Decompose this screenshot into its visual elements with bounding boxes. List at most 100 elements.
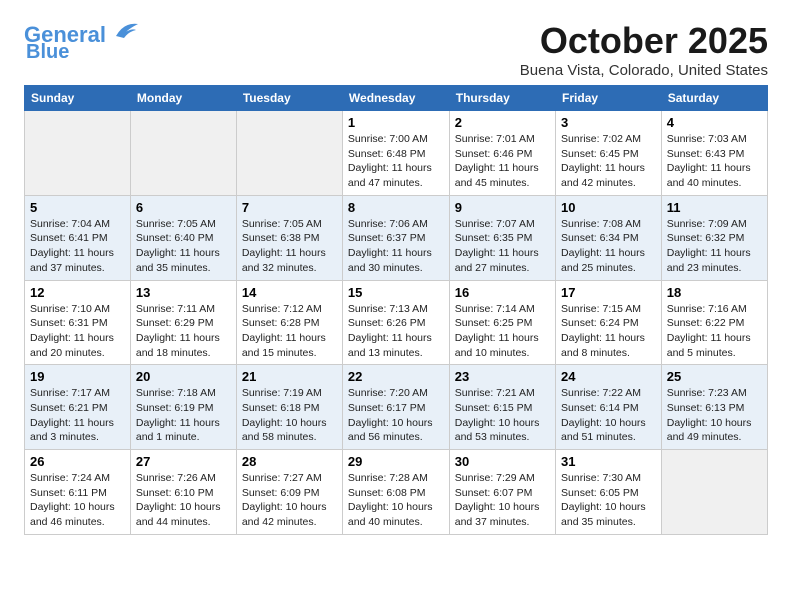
- day-info: Sunrise: 7:19 AM Sunset: 6:18 PM Dayligh…: [242, 386, 337, 445]
- calendar-cell: 10 Sunrise: 7:08 AM Sunset: 6:34 PM Dayli…: [556, 195, 662, 280]
- day-number: 4: [667, 115, 762, 130]
- day-info: Sunrise: 7:02 AM Sunset: 6:45 PM Dayligh…: [561, 132, 656, 191]
- calendar-cell: 7Sunrise: 7:05 AM Sunset: 6:38 PM Daylig…: [236, 195, 342, 280]
- calendar-cell: 14Sunrise: 7:12 AM Sunset: 6:28 PM Dayli…: [236, 280, 342, 365]
- calendar-cell: 8 Sunrise: 7:06 AM Sunset: 6:37 PM Daylig…: [342, 195, 449, 280]
- calendar-week-row: 1 Sunrise: 7:00 AM Sunset: 6:48 PM Daylig…: [25, 111, 768, 196]
- calendar-cell: 13 Sunrise: 7:11 AM Sunset: 6:29 PM Dayli…: [130, 280, 236, 365]
- day-info: Sunrise: 7:30 AM Sunset: 6:05 PM Dayligh…: [561, 471, 656, 530]
- weekday-header: Friday: [556, 86, 662, 111]
- day-info: Sunrise: 7:26 AM Sunset: 6:10 PM Dayligh…: [136, 471, 231, 530]
- day-number: 7: [242, 200, 337, 215]
- day-number: 19: [30, 369, 125, 384]
- logo-bird-icon: [108, 20, 140, 42]
- day-info: Sunrise: 7:00 AM Sunset: 6:48 PM Dayligh…: [348, 132, 444, 191]
- calendar-cell: 5 Sunrise: 7:04 AM Sunset: 6:41 PM Daylig…: [25, 195, 131, 280]
- day-number: 31: [561, 454, 656, 469]
- calendar-cell: 28 Sunrise: 7:27 AM Sunset: 6:09 PM Dayli…: [236, 450, 342, 535]
- title-block: October 2025 Buena Vista, Colorado, Unit…: [520, 20, 768, 79]
- day-number: 16: [455, 285, 550, 300]
- calendar-cell: 9Sunrise: 7:07 AM Sunset: 6:35 PM Daylig…: [449, 195, 555, 280]
- day-info: Sunrise: 7:17 AM Sunset: 6:21 PM Dayligh…: [30, 386, 125, 445]
- day-info: Sunrise: 7:22 AM Sunset: 6:14 PM Dayligh…: [561, 386, 656, 445]
- day-number: 13: [136, 285, 231, 300]
- calendar-cell: 2 Sunrise: 7:01 AM Sunset: 6:46 PM Daylig…: [449, 111, 555, 196]
- calendar-cell: 12Sunrise: 7:10 AM Sunset: 6:31 PM Dayli…: [25, 280, 131, 365]
- day-number: 10: [561, 200, 656, 215]
- weekday-header: Saturday: [661, 86, 767, 111]
- calendar-cell: 15 Sunrise: 7:13 AM Sunset: 6:26 PM Dayli…: [342, 280, 449, 365]
- day-number: 8: [348, 200, 444, 215]
- calendar-cell: 18Sunrise: 7:16 AM Sunset: 6:22 PM Dayli…: [661, 280, 767, 365]
- day-number: 22: [348, 369, 444, 384]
- calendar-week-row: 26Sunrise: 7:24 AM Sunset: 6:11 PM Dayli…: [25, 450, 768, 535]
- logo-blue-text: Blue: [26, 42, 69, 62]
- day-info: Sunrise: 7:14 AM Sunset: 6:25 PM Dayligh…: [455, 302, 550, 361]
- day-number: 18: [667, 285, 762, 300]
- calendar-cell: 21 Sunrise: 7:19 AM Sunset: 6:18 PM Dayli…: [236, 365, 342, 450]
- day-info: Sunrise: 7:27 AM Sunset: 6:09 PM Dayligh…: [242, 471, 337, 530]
- day-number: 11: [667, 200, 762, 215]
- calendar-cell: 27 Sunrise: 7:26 AM Sunset: 6:10 PM Dayli…: [130, 450, 236, 535]
- day-info: Sunrise: 7:18 AM Sunset: 6:19 PM Dayligh…: [136, 386, 231, 445]
- calendar-cell: [25, 111, 131, 196]
- calendar-cell: 11 Sunrise: 7:09 AM Sunset: 6:32 PM Dayli…: [661, 195, 767, 280]
- day-info: Sunrise: 7:04 AM Sunset: 6:41 PM Dayligh…: [30, 217, 125, 276]
- month-title: October 2025: [520, 20, 768, 62]
- calendar-cell: 17Sunrise: 7:15 AM Sunset: 6:24 PM Dayli…: [556, 280, 662, 365]
- day-number: 28: [242, 454, 337, 469]
- calendar-cell: 16 Sunrise: 7:14 AM Sunset: 6:25 PM Dayli…: [449, 280, 555, 365]
- calendar-cell: [130, 111, 236, 196]
- day-info: Sunrise: 7:03 AM Sunset: 6:43 PM Dayligh…: [667, 132, 762, 191]
- day-number: 25: [667, 369, 762, 384]
- day-info: Sunrise: 7:07 AM Sunset: 6:35 PM Dayligh…: [455, 217, 550, 276]
- day-number: 12: [30, 285, 125, 300]
- calendar-cell: 4 Sunrise: 7:03 AM Sunset: 6:43 PM Daylig…: [661, 111, 767, 196]
- day-number: 29: [348, 454, 444, 469]
- day-info: Sunrise: 7:20 AM Sunset: 6:17 PM Dayligh…: [348, 386, 444, 445]
- page-header: General Blue October 2025 Buena Vista, C…: [24, 20, 768, 79]
- weekday-header: Tuesday: [236, 86, 342, 111]
- logo: General Blue: [24, 24, 140, 62]
- day-info: Sunrise: 7:23 AM Sunset: 6:13 PM Dayligh…: [667, 386, 762, 445]
- calendar-cell: 19 Sunrise: 7:17 AM Sunset: 6:21 PM Dayli…: [25, 365, 131, 450]
- day-info: Sunrise: 7:06 AM Sunset: 6:37 PM Dayligh…: [348, 217, 444, 276]
- calendar-cell: 1 Sunrise: 7:00 AM Sunset: 6:48 PM Daylig…: [342, 111, 449, 196]
- day-number: 5: [30, 200, 125, 215]
- day-number: 1: [348, 115, 444, 130]
- day-number: 17: [561, 285, 656, 300]
- weekday-header: Wednesday: [342, 86, 449, 111]
- weekday-header: Sunday: [25, 86, 131, 111]
- day-number: 27: [136, 454, 231, 469]
- day-info: Sunrise: 7:28 AM Sunset: 6:08 PM Dayligh…: [348, 471, 444, 530]
- calendar-cell: [236, 111, 342, 196]
- calendar-cell: 23 Sunrise: 7:21 AM Sunset: 6:15 PM Dayli…: [449, 365, 555, 450]
- day-number: 24: [561, 369, 656, 384]
- calendar-cell: 24 Sunrise: 7:22 AM Sunset: 6:14 PM Dayli…: [556, 365, 662, 450]
- weekday-header: Monday: [130, 86, 236, 111]
- day-info: Sunrise: 7:11 AM Sunset: 6:29 PM Dayligh…: [136, 302, 231, 361]
- calendar-cell: 22 Sunrise: 7:20 AM Sunset: 6:17 PM Dayli…: [342, 365, 449, 450]
- calendar-cell: 29 Sunrise: 7:28 AM Sunset: 6:08 PM Dayli…: [342, 450, 449, 535]
- day-number: 21: [242, 369, 337, 384]
- day-info: Sunrise: 7:13 AM Sunset: 6:26 PM Dayligh…: [348, 302, 444, 361]
- calendar-week-row: 12Sunrise: 7:10 AM Sunset: 6:31 PM Dayli…: [25, 280, 768, 365]
- day-info: Sunrise: 7:29 AM Sunset: 6:07 PM Dayligh…: [455, 471, 550, 530]
- day-info: Sunrise: 7:01 AM Sunset: 6:46 PM Dayligh…: [455, 132, 550, 191]
- day-number: 26: [30, 454, 125, 469]
- calendar-week-row: 19 Sunrise: 7:17 AM Sunset: 6:21 PM Dayli…: [25, 365, 768, 450]
- day-number: 14: [242, 285, 337, 300]
- calendar-cell: [661, 450, 767, 535]
- day-info: Sunrise: 7:21 AM Sunset: 6:15 PM Dayligh…: [455, 386, 550, 445]
- day-number: 30: [455, 454, 550, 469]
- calendar-table: SundayMondayTuesdayWednesdayThursdayFrid…: [24, 85, 768, 535]
- day-number: 3: [561, 115, 656, 130]
- calendar-cell: 3 Sunrise: 7:02 AM Sunset: 6:45 PM Daylig…: [556, 111, 662, 196]
- day-info: Sunrise: 7:08 AM Sunset: 6:34 PM Dayligh…: [561, 217, 656, 276]
- weekday-header-row: SundayMondayTuesdayWednesdayThursdayFrid…: [25, 86, 768, 111]
- day-info: Sunrise: 7:09 AM Sunset: 6:32 PM Dayligh…: [667, 217, 762, 276]
- day-number: 15: [348, 285, 444, 300]
- day-number: 2: [455, 115, 550, 130]
- weekday-header: Thursday: [449, 86, 555, 111]
- day-number: 23: [455, 369, 550, 384]
